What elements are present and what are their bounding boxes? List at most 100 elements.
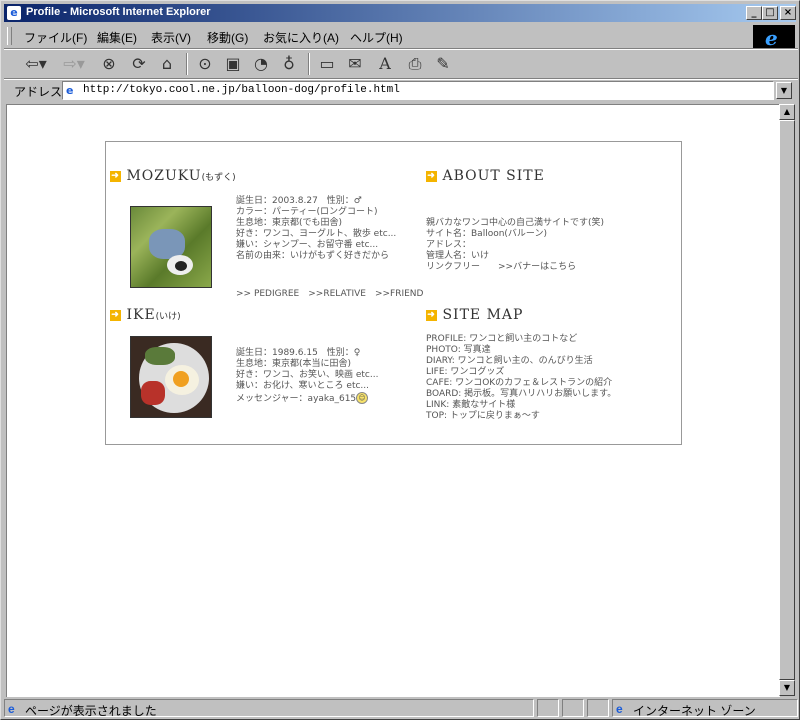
sitemap-link[interactable]: LIFE: ワンコグッズ	[426, 367, 616, 378]
scroll-thumb[interactable]	[779, 120, 795, 680]
ike-kana: (いけ)	[155, 312, 181, 322]
mozuku-photo	[130, 206, 212, 288]
about-title: ABOUT SITE	[442, 168, 545, 184]
menu-go[interactable]: 移動(G)	[207, 29, 248, 46]
scroll-up-button[interactable]: ▲	[779, 104, 795, 120]
menu-edit[interactable]: 編集(E)	[97, 29, 137, 46]
page-done-icon: e	[8, 702, 15, 716]
channels-icon[interactable]: ♁	[278, 53, 300, 75]
sitemap-link[interactable]: TOP: トップに戻りまぁ～す	[426, 411, 616, 422]
info-line: カラー：パーティー(ロングコート)	[236, 207, 378, 217]
about-info: 親バカなワンコ中心の自己満サイトです(笑) サイト名：Balloon(バルーン)…	[426, 218, 604, 273]
minimize-button[interactable]: _	[746, 6, 762, 20]
arrow-icon: ➜	[426, 170, 437, 182]
menu-grip	[7, 27, 12, 45]
info-line: 親バカなワンコ中心の自己満サイトです(笑)	[426, 218, 605, 228]
address-bar: アドレス e http://tokyo.cool.ne.jp/balloon-d…	[4, 80, 798, 102]
stop-icon[interactable]: ⊗	[98, 53, 120, 75]
info-line: 嫌い：シャンプー、お留守番 etc...	[236, 240, 379, 250]
ike-name: IKE	[126, 307, 156, 323]
info-line: 好き：ワンコ、お笑い、映画 etc...	[236, 370, 379, 380]
status-main-panel: e ページが表示されました	[4, 699, 534, 718]
sitemap-link[interactable]: BOARD: 掲示板。写真ハリハリお願いします。	[426, 389, 616, 400]
title-bar: e Profile - Microsoft Internet Explorer …	[4, 4, 796, 22]
info-line: 管理人名：いけ	[426, 251, 490, 261]
link-free-line[interactable]: リンクフリー >>バナーはこちら	[426, 262, 604, 273]
smiley-icon: ☺	[356, 392, 368, 404]
home-icon[interactable]: ⌂	[156, 53, 178, 75]
address-label: アドレス	[14, 85, 63, 99]
info-line: アドレス：	[426, 240, 472, 250]
toolbar-separator	[308, 53, 310, 75]
ie-icon: e	[7, 6, 21, 20]
scroll-down-button[interactable]: ▼	[779, 680, 795, 696]
egg-yolk	[173, 371, 189, 387]
sitemap-link[interactable]: LINK: 素敵なサイト様	[426, 400, 616, 411]
ie-throbber-logo: e	[753, 25, 795, 50]
sitemap-link[interactable]: PHOTO: 写真達	[426, 345, 616, 356]
menu-view[interactable]: 表示(V)	[151, 29, 191, 46]
mozuku-name: MOZUKU	[126, 168, 202, 184]
refresh-icon[interactable]: ⟳	[128, 53, 150, 75]
status-panel	[587, 699, 609, 717]
mail-icon[interactable]: ✉	[344, 53, 366, 75]
arrow-icon: ➜	[426, 309, 437, 321]
back-icon[interactable]: ⇦▾	[22, 53, 50, 75]
vertical-scrollbar[interactable]: ▲ ▼	[779, 104, 795, 696]
menu-favorites[interactable]: お気に入り(A)	[263, 29, 339, 46]
status-panel	[562, 699, 584, 717]
info-line: 生息地：東京都(本当に田舎)	[236, 359, 352, 369]
zone-text: インターネット ゾーン	[633, 704, 756, 718]
sitemap-title: SITE MAP	[442, 307, 524, 323]
ike-heading: ➜ IKE(いけ)	[110, 307, 181, 323]
page-content: ➜ MOZUKU(もずく) 誕生日：2003.8.27 性別：♂ カラー：パーテ…	[6, 104, 780, 697]
sitemap-link[interactable]: PROFILE: ワンコと飼い主のコトなど	[426, 334, 616, 345]
history-icon[interactable]: ◔	[250, 53, 272, 75]
info-line: サイト名：Balloon(バルーン)	[426, 229, 547, 239]
toolbar: ⇦▾ ⇨▾ ⊗ ⟳ ⌂ ⊙ ▣ ◔ ♁ ▭ ✉ A ⎙ ✎	[4, 50, 798, 78]
status-bar: e ページが表示されました e インターネット ゾーン	[4, 698, 798, 718]
status-zone-panel: e インターネット ゾーン	[612, 699, 798, 718]
ike-photo	[130, 336, 212, 418]
browser-window: e Profile - Microsoft Internet Explorer …	[0, 0, 800, 720]
maximize-button[interactable]: □	[762, 6, 778, 20]
sitemap-link[interactable]: CAFE: ワンコOKのカフェ＆レストランの紹介	[426, 378, 616, 389]
mozuku-kana: (もずく)	[201, 173, 236, 183]
salad	[145, 347, 175, 365]
print-icon[interactable]: ⎙	[404, 53, 426, 75]
favorites-icon[interactable]: ▣	[222, 53, 244, 75]
address-input[interactable]: e http://tokyo.cool.ne.jp/balloon-dog/pr…	[62, 81, 774, 100]
info-line: 名前の由来：いけがもずく好きだから	[236, 251, 390, 261]
menu-bar: ファイル(F) 編集(E) 表示(V) 移動(G) お気に入り(A) ヘルプ(H…	[4, 25, 750, 47]
dog-ear	[175, 261, 187, 271]
sitemap-heading: ➜ SITE MAP	[426, 307, 523, 323]
sausage	[141, 381, 165, 405]
fullscreen-icon[interactable]: ▭	[316, 53, 338, 75]
edit-icon[interactable]: ✎	[432, 53, 454, 75]
mozuku-heading: ➜ MOZUKU(もずく)	[110, 168, 236, 184]
page-icon: e	[66, 84, 74, 97]
close-button[interactable]: ×	[780, 6, 796, 20]
forward-icon[interactable]: ⇨▾	[60, 53, 88, 75]
info-line: 生息地：東京都(でも田舎)	[236, 218, 343, 228]
menu-help[interactable]: ヘルプ(H)	[350, 29, 403, 46]
font-size-icon[interactable]: A	[374, 53, 396, 75]
address-dropdown-button[interactable]: ▼	[776, 82, 792, 99]
info-line: 誕生日：2003.8.27 性別：♂	[236, 196, 362, 206]
search-icon[interactable]: ⊙	[194, 53, 216, 75]
sitemap-list: PROFILE: ワンコと飼い主のコトなど PHOTO: 写真達 DIARY: …	[426, 334, 616, 422]
mozuku-links[interactable]: >> PEDIGREE >>RELATIVE >>FRIEND	[236, 286, 423, 299]
info-line: 嫌い：お化け、寒いところ etc...	[236, 381, 370, 391]
profile-frame: ➜ MOZUKU(もずく) 誕生日：2003.8.27 性別：♂ カラー：パーテ…	[105, 141, 682, 445]
toolbar-separator	[186, 53, 188, 75]
status-text: ページが表示されました	[25, 704, 157, 718]
globe-icon: e	[616, 702, 623, 716]
info-line: 誕生日：1989.6.15 性別：♀	[236, 348, 361, 358]
arrow-icon: ➜	[110, 170, 121, 182]
arrow-icon: ➜	[110, 309, 121, 321]
about-heading: ➜ ABOUT SITE	[426, 168, 545, 184]
address-url[interactable]: http://tokyo.cool.ne.jp/balloon-dog/prof…	[83, 84, 400, 96]
menu-file[interactable]: ファイル(F)	[24, 29, 87, 46]
status-panel	[537, 699, 559, 717]
sitemap-link[interactable]: DIARY: ワンコと飼い主の、のんびり生活	[426, 356, 616, 367]
